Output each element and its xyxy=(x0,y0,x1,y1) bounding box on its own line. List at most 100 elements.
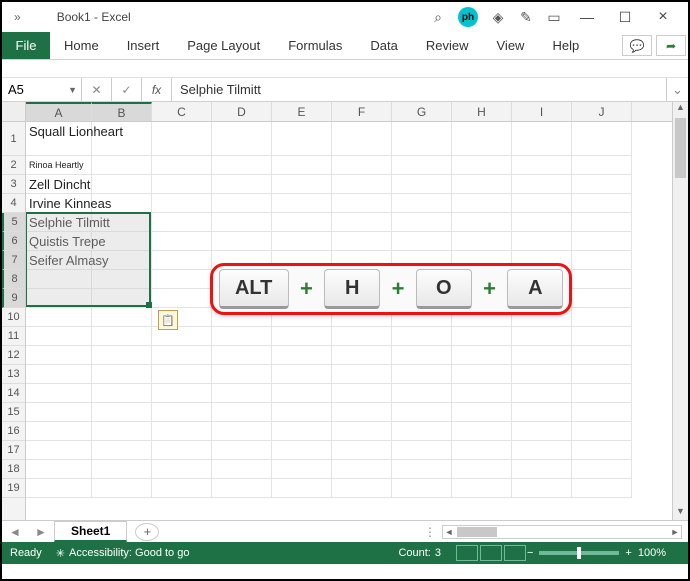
cell-G19[interactable] xyxy=(392,479,452,498)
cell-D17[interactable] xyxy=(212,441,272,460)
cell-A16[interactable] xyxy=(26,422,92,441)
cell-D18[interactable] xyxy=(212,460,272,479)
sheet-nav-next-icon[interactable]: ► xyxy=(28,525,54,539)
cell-C3[interactable] xyxy=(152,175,212,194)
file-tab[interactable]: File xyxy=(2,32,50,59)
cell-B17[interactable] xyxy=(92,441,152,460)
cell-H12[interactable] xyxy=(452,346,512,365)
scroll-down-icon[interactable]: ▼ xyxy=(673,506,688,520)
cell-J13[interactable] xyxy=(572,365,632,384)
cell-I4[interactable] xyxy=(512,194,572,213)
cell-C16[interactable] xyxy=(152,422,212,441)
cell-B2[interactable] xyxy=(92,156,152,175)
cell-B9[interactable] xyxy=(92,289,152,308)
cell-E17[interactable] xyxy=(272,441,332,460)
cell-I3[interactable] xyxy=(512,175,572,194)
row-header-9[interactable]: 9 xyxy=(2,289,25,308)
cell-I13[interactable] xyxy=(512,365,572,384)
cell-C9[interactable] xyxy=(152,289,212,308)
cell-A3[interactable]: Zell Dincht xyxy=(26,175,92,194)
cell-C13[interactable] xyxy=(152,365,212,384)
cell-B15[interactable] xyxy=(92,403,152,422)
cell-E19[interactable] xyxy=(272,479,332,498)
cell-C4[interactable] xyxy=(152,194,212,213)
cell-C7[interactable] xyxy=(152,251,212,270)
tab-formulas[interactable]: Formulas xyxy=(274,32,356,59)
cell-D6[interactable] xyxy=(212,232,272,251)
cell-G16[interactable] xyxy=(392,422,452,441)
cell-D13[interactable] xyxy=(212,365,272,384)
tab-insert[interactable]: Insert xyxy=(113,32,174,59)
cell-A8[interactable] xyxy=(26,270,92,289)
cell-E4[interactable] xyxy=(272,194,332,213)
row-header-8[interactable]: 8 xyxy=(2,270,25,289)
cell-B16[interactable] xyxy=(92,422,152,441)
cell-J6[interactable] xyxy=(572,232,632,251)
column-header-D[interactable]: D xyxy=(212,102,272,121)
view-page-layout-icon[interactable] xyxy=(480,545,502,561)
account-icon[interactable]: ph xyxy=(458,7,478,27)
zoom-level[interactable]: 100% xyxy=(638,547,666,559)
cell-J10[interactable] xyxy=(572,308,632,327)
cell-F17[interactable] xyxy=(332,441,392,460)
cell-J15[interactable] xyxy=(572,403,632,422)
cell-J5[interactable] xyxy=(572,213,632,232)
cell-I18[interactable] xyxy=(512,460,572,479)
comments-button[interactable]: 💬 xyxy=(622,35,652,56)
sheet-nav-prev-icon[interactable]: ◄ xyxy=(2,525,28,539)
zoom-knob[interactable] xyxy=(577,547,581,559)
cell-F11[interactable] xyxy=(332,327,392,346)
vscroll-thumb[interactable] xyxy=(675,118,686,178)
row-header-15[interactable]: 15 xyxy=(2,403,25,422)
cell-J12[interactable] xyxy=(572,346,632,365)
cell-I15[interactable] xyxy=(512,403,572,422)
cell-G15[interactable] xyxy=(392,403,452,422)
cell-F12[interactable] xyxy=(332,346,392,365)
cell-H4[interactable] xyxy=(452,194,512,213)
row-header-12[interactable]: 12 xyxy=(2,346,25,365)
cell-D5[interactable] xyxy=(212,213,272,232)
cell-D16[interactable] xyxy=(212,422,272,441)
scroll-up-icon[interactable]: ▲ xyxy=(673,102,688,116)
cell-F13[interactable] xyxy=(332,365,392,384)
column-header-F[interactable]: F xyxy=(332,102,392,121)
cell-D11[interactable] xyxy=(212,327,272,346)
cell-A15[interactable] xyxy=(26,403,92,422)
cell-A1[interactable]: Squall Lionheart xyxy=(26,122,92,156)
cell-H11[interactable] xyxy=(452,327,512,346)
cell-A12[interactable] xyxy=(26,346,92,365)
cell-F2[interactable] xyxy=(332,156,392,175)
cell-F16[interactable] xyxy=(332,422,392,441)
cell-C15[interactable] xyxy=(152,403,212,422)
cell-I17[interactable] xyxy=(512,441,572,460)
cell-E13[interactable] xyxy=(272,365,332,384)
cell-C18[interactable] xyxy=(152,460,212,479)
cell-F18[interactable] xyxy=(332,460,392,479)
column-header-J[interactable]: J xyxy=(572,102,632,121)
cell-A7[interactable]: Seifer Almasy xyxy=(26,251,92,270)
cell-I12[interactable] xyxy=(512,346,572,365)
cell-D2[interactable] xyxy=(212,156,272,175)
cell-G1[interactable] xyxy=(392,122,452,156)
select-all-corner[interactable] xyxy=(2,102,26,122)
cell-J2[interactable] xyxy=(572,156,632,175)
cell-C19[interactable] xyxy=(152,479,212,498)
cell-H13[interactable] xyxy=(452,365,512,384)
tab-home[interactable]: Home xyxy=(50,32,113,59)
cell-J8[interactable] xyxy=(572,270,632,289)
column-header-E[interactable]: E xyxy=(272,102,332,121)
cell-A13[interactable] xyxy=(26,365,92,384)
cell-C6[interactable] xyxy=(152,232,212,251)
tab-help[interactable]: Help xyxy=(538,32,593,59)
row-header-6[interactable]: 6 xyxy=(2,232,25,251)
cell-H3[interactable] xyxy=(452,175,512,194)
row-header-5[interactable]: 5 xyxy=(2,213,25,232)
cell-J19[interactable] xyxy=(572,479,632,498)
enter-formula-icon[interactable]: ✓ xyxy=(112,78,142,101)
cell-G12[interactable] xyxy=(392,346,452,365)
cell-E12[interactable] xyxy=(272,346,332,365)
cell-D14[interactable] xyxy=(212,384,272,403)
cell-F1[interactable] xyxy=(332,122,392,156)
cell-A18[interactable] xyxy=(26,460,92,479)
cell-B10[interactable] xyxy=(92,308,152,327)
